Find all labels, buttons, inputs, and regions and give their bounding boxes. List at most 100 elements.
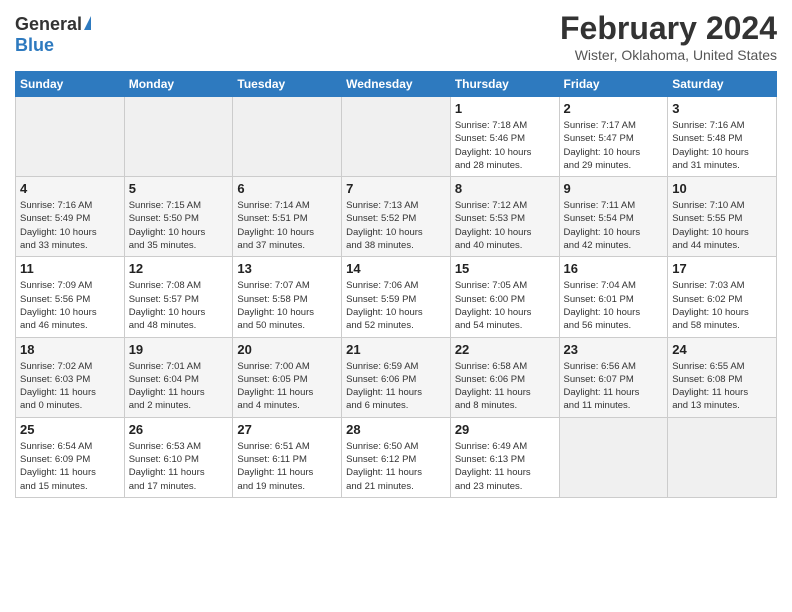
day-info: Sunrise: 6:51 AM Sunset: 6:11 PM Dayligh… [237, 440, 337, 493]
day-number: 8 [455, 181, 555, 196]
day-info: Sunrise: 7:00 AM Sunset: 6:05 PM Dayligh… [237, 360, 337, 413]
logo-blue-text: Blue [15, 35, 91, 56]
day-number: 3 [672, 101, 772, 116]
day-cell [16, 97, 125, 177]
day-cell: 3 Sunrise: 7:16 AM Sunset: 5:48 PM Daylig… [668, 97, 777, 177]
logo: General Blue [15, 14, 91, 56]
col-header-saturday: Saturday [668, 72, 777, 97]
day-info: Sunrise: 7:13 AM Sunset: 5:52 PM Dayligh… [346, 199, 446, 252]
day-cell [668, 417, 777, 497]
day-info: Sunrise: 7:10 AM Sunset: 5:55 PM Dayligh… [672, 199, 772, 252]
day-info: Sunrise: 7:08 AM Sunset: 5:57 PM Dayligh… [129, 279, 229, 332]
day-number: 19 [129, 342, 229, 357]
day-cell: 23Sunrise: 6:56 AM Sunset: 6:07 PM Dayli… [559, 337, 668, 417]
day-cell: 14Sunrise: 7:06 AM Sunset: 5:59 PM Dayli… [342, 257, 451, 337]
col-header-thursday: Thursday [450, 72, 559, 97]
day-cell: 29 Sunrise: 6:49 AM Sunset: 6:13 PM Dayli… [450, 417, 559, 497]
day-number: 10 [672, 181, 772, 196]
day-cell: 9Sunrise: 7:11 AM Sunset: 5:54 PM Daylig… [559, 177, 668, 257]
page-header: General Blue February 2024 Wister, Oklah… [15, 10, 777, 63]
day-cell: 1 Sunrise: 7:18 AM Sunset: 5:46 PM Daylig… [450, 97, 559, 177]
day-number: 1 [455, 101, 555, 116]
day-info: Sunrise: 7:18 AM Sunset: 5:46 PM Dayligh… [455, 119, 555, 172]
day-number: 27 [237, 422, 337, 437]
day-number: 13 [237, 261, 337, 276]
day-cell: 4 Sunrise: 7:16 AM Sunset: 5:49 PM Daylig… [16, 177, 125, 257]
col-header-sunday: Sunday [16, 72, 125, 97]
day-info: Sunrise: 6:49 AM Sunset: 6:13 PM Dayligh… [455, 440, 555, 493]
day-cell: 15 Sunrise: 7:05 AM Sunset: 6:00 PM Dayli… [450, 257, 559, 337]
day-info: Sunrise: 6:53 AM Sunset: 6:10 PM Dayligh… [129, 440, 229, 493]
day-number: 26 [129, 422, 229, 437]
col-header-wednesday: Wednesday [342, 72, 451, 97]
day-cell [559, 417, 668, 497]
logo-general-text: General [15, 14, 82, 35]
day-cell: 17 Sunrise: 7:03 AM Sunset: 6:02 PM Dayli… [668, 257, 777, 337]
day-cell: 10 Sunrise: 7:10 AM Sunset: 5:55 PM Dayli… [668, 177, 777, 257]
day-number: 7 [346, 181, 446, 196]
day-info: Sunrise: 7:07 AM Sunset: 5:58 PM Dayligh… [237, 279, 337, 332]
calendar-subtitle: Wister, Oklahoma, United States [560, 47, 777, 63]
day-number: 15 [455, 261, 555, 276]
day-info: Sunrise: 7:16 AM Sunset: 5:49 PM Dayligh… [20, 199, 120, 252]
day-cell: 26 Sunrise: 6:53 AM Sunset: 6:10 PM Dayli… [124, 417, 233, 497]
day-cell: 24 Sunrise: 6:55 AM Sunset: 6:08 PM Dayli… [668, 337, 777, 417]
day-number: 11 [20, 261, 120, 276]
day-info: Sunrise: 7:16 AM Sunset: 5:48 PM Dayligh… [672, 119, 772, 172]
day-number: 21 [346, 342, 446, 357]
day-info: Sunrise: 7:05 AM Sunset: 6:00 PM Dayligh… [455, 279, 555, 332]
day-cell: 2 Sunrise: 7:17 AM Sunset: 5:47 PM Daylig… [559, 97, 668, 177]
day-cell: 16Sunrise: 7:04 AM Sunset: 6:01 PM Dayli… [559, 257, 668, 337]
day-cell: 13 Sunrise: 7:07 AM Sunset: 5:58 PM Dayli… [233, 257, 342, 337]
day-info: Sunrise: 6:55 AM Sunset: 6:08 PM Dayligh… [672, 360, 772, 413]
col-header-tuesday: Tuesday [233, 72, 342, 97]
week-row-3: 11 Sunrise: 7:09 AM Sunset: 5:56 PM Dayli… [16, 257, 777, 337]
day-cell: 11 Sunrise: 7:09 AM Sunset: 5:56 PM Dayli… [16, 257, 125, 337]
day-number: 28 [346, 422, 446, 437]
day-number: 2 [564, 101, 664, 116]
week-row-4: 18 Sunrise: 7:02 AM Sunset: 6:03 PM Dayli… [16, 337, 777, 417]
week-row-5: 25Sunrise: 6:54 AM Sunset: 6:09 PM Dayli… [16, 417, 777, 497]
day-info: Sunrise: 7:14 AM Sunset: 5:51 PM Dayligh… [237, 199, 337, 252]
day-cell [233, 97, 342, 177]
day-number: 22 [455, 342, 555, 357]
day-number: 6 [237, 181, 337, 196]
day-info: Sunrise: 7:09 AM Sunset: 5:56 PM Dayligh… [20, 279, 120, 332]
day-info: Sunrise: 6:50 AM Sunset: 6:12 PM Dayligh… [346, 440, 446, 493]
day-number: 17 [672, 261, 772, 276]
day-number: 29 [455, 422, 555, 437]
title-area: February 2024 Wister, Oklahoma, United S… [560, 10, 777, 63]
calendar-table: SundayMondayTuesdayWednesdayThursdayFrid… [15, 71, 777, 498]
day-number: 20 [237, 342, 337, 357]
day-info: Sunrise: 6:59 AM Sunset: 6:06 PM Dayligh… [346, 360, 446, 413]
day-number: 14 [346, 261, 446, 276]
day-cell: 5Sunrise: 7:15 AM Sunset: 5:50 PM Daylig… [124, 177, 233, 257]
day-number: 24 [672, 342, 772, 357]
header-row: SundayMondayTuesdayWednesdayThursdayFrid… [16, 72, 777, 97]
logo-triangle-icon [84, 16, 91, 30]
day-cell: 21 Sunrise: 6:59 AM Sunset: 6:06 PM Dayli… [342, 337, 451, 417]
calendar-title: February 2024 [560, 10, 777, 47]
day-cell: 28 Sunrise: 6:50 AM Sunset: 6:12 PM Dayli… [342, 417, 451, 497]
day-cell: 7 Sunrise: 7:13 AM Sunset: 5:52 PM Daylig… [342, 177, 451, 257]
day-cell: 18 Sunrise: 7:02 AM Sunset: 6:03 PM Dayli… [16, 337, 125, 417]
day-cell: 6 Sunrise: 7:14 AM Sunset: 5:51 PM Daylig… [233, 177, 342, 257]
day-info: Sunrise: 6:58 AM Sunset: 6:06 PM Dayligh… [455, 360, 555, 413]
day-info: Sunrise: 7:15 AM Sunset: 5:50 PM Dayligh… [129, 199, 229, 252]
day-number: 12 [129, 261, 229, 276]
day-number: 16 [564, 261, 664, 276]
col-header-friday: Friday [559, 72, 668, 97]
day-cell: 8Sunrise: 7:12 AM Sunset: 5:53 PM Daylig… [450, 177, 559, 257]
day-number: 4 [20, 181, 120, 196]
day-info: Sunrise: 7:17 AM Sunset: 5:47 PM Dayligh… [564, 119, 664, 172]
day-info: Sunrise: 6:56 AM Sunset: 6:07 PM Dayligh… [564, 360, 664, 413]
day-info: Sunrise: 7:03 AM Sunset: 6:02 PM Dayligh… [672, 279, 772, 332]
day-number: 18 [20, 342, 120, 357]
day-cell: 27 Sunrise: 6:51 AM Sunset: 6:11 PM Dayli… [233, 417, 342, 497]
day-cell: 20 Sunrise: 7:00 AM Sunset: 6:05 PM Dayli… [233, 337, 342, 417]
col-header-monday: Monday [124, 72, 233, 97]
day-cell [124, 97, 233, 177]
day-info: Sunrise: 7:02 AM Sunset: 6:03 PM Dayligh… [20, 360, 120, 413]
week-row-2: 4 Sunrise: 7:16 AM Sunset: 5:49 PM Daylig… [16, 177, 777, 257]
day-cell: 19Sunrise: 7:01 AM Sunset: 6:04 PM Dayli… [124, 337, 233, 417]
